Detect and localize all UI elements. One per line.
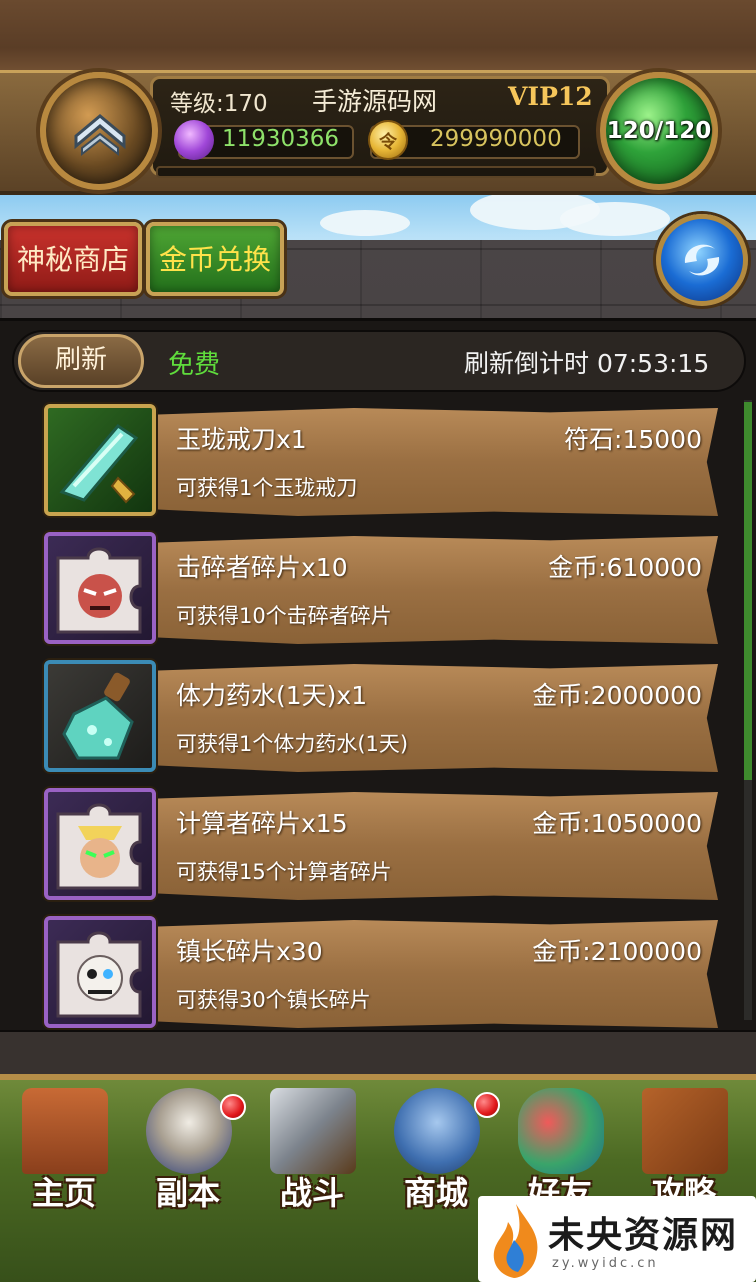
top-wall [0,0,756,80]
nav-dungeon[interactable]: 副本 [128,1088,248,1218]
bottom-wall [0,1030,756,1080]
calculator-fragment-icon[interactable] [44,788,156,900]
gem-icon [174,120,214,160]
watermark: 未央资源网 zy.wyidc.cn [478,1196,756,1282]
nav-home[interactable]: 主页 [4,1088,124,1218]
item-name: 击碎者碎片x10 [176,553,348,582]
tab-gold-exchange[interactable]: 金币兑换 [146,222,284,296]
jade-blade-icon[interactable] [44,404,156,516]
list-item[interactable]: 计算者碎片x15 金币:1050000 可获得15个计算者碎片 [40,788,720,908]
nav-dungeon-label: 副本 [155,1174,220,1212]
nav-battle[interactable]: 战斗 [252,1088,372,1218]
mayor-fragment-icon[interactable] [44,916,156,1028]
book-icon [642,1088,728,1174]
list-item[interactable]: 击碎者碎片x10 金币:610000 可获得10个击碎者碎片 [40,532,720,652]
flame-logo-icon [493,1204,538,1278]
watermark-url: zy.wyidc.cn [552,1256,659,1271]
stamina-potion-icon[interactable] [44,660,156,772]
item-price: 金币:2000000 [532,681,702,710]
shop-creature-icon [394,1088,480,1174]
list-item[interactable]: 体力药水(1天)x1 金币:2000000 可获得1个体力药水(1天) [40,660,720,780]
sword-axe-icon [270,1088,356,1174]
item-name: 计算者碎片x15 [176,809,348,838]
scrollbar-thumb[interactable] [744,402,752,780]
friends-monsters-icon [518,1088,604,1174]
notification-badge [220,1094,246,1120]
item-description: 可获得1个体力药水(1天) [176,732,409,756]
item-price: 金币:2100000 [532,937,702,966]
gold-coin-icon: 令 [368,120,408,160]
list-item[interactable]: 玉珑戒刀x1 符石:15000 可获得1个玉珑戒刀 [40,404,720,524]
refresh-button[interactable]: 刷新 [18,334,144,388]
chevron-up-icon [74,114,126,157]
gem-amount: 11930366 [222,126,340,152]
gold-amount: 299990000 [430,126,562,152]
server-name: 手游源码网 [312,87,438,116]
item-price: 金币:1050000 [532,809,702,838]
item-description: 可获得30个镇长碎片 [176,988,371,1012]
nav-battle-label: 战斗 [279,1174,344,1212]
item-name: 体力药水(1天)x1 [176,681,368,710]
item-description: 可获得15个计算者碎片 [176,860,392,884]
list-item[interactable]: 镇长碎片x30 金币:2100000 可获得30个镇长碎片 [40,916,720,1036]
nav-home-label: 主页 [31,1174,96,1212]
house-icon [22,1088,108,1174]
exchange-toggle-button[interactable] [656,214,748,306]
stamina-orb[interactable]: 120/120 [600,72,718,190]
tab-mystery-shop[interactable]: 神秘商店 [4,222,142,296]
item-name: 镇长碎片x30 [176,937,323,966]
item-description: 可获得1个玉珑戒刀 [176,476,358,500]
watermark-text: 未央资源网 [548,1215,739,1256]
item-name: 玉珑戒刀x1 [176,425,307,454]
experience-bar [156,166,596,178]
level-up-button[interactable] [40,72,158,190]
stamina-value: 120/120 [606,118,712,144]
vip-badge[interactable]: VIP12 [508,82,593,111]
player-level: 等级:170 [170,91,268,117]
notification-badge [474,1092,500,1118]
item-price: 符石:15000 [564,425,702,454]
smasher-fragment-icon[interactable] [44,532,156,644]
item-price: 金币:610000 [548,553,702,582]
skull-portal-icon [146,1088,232,1174]
refresh-cost: 免费 [168,350,221,380]
swirl-icon [684,244,720,276]
refresh-countdown: 刷新倒计时 07:53:15 [464,349,710,378]
item-description: 可获得10个击碎者碎片 [176,604,392,628]
